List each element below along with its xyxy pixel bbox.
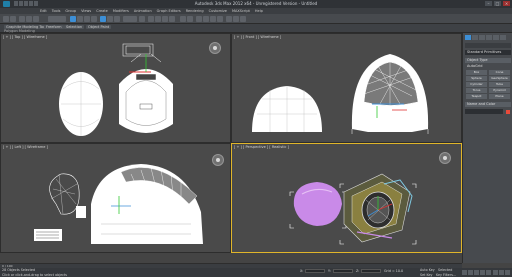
cylinder-button[interactable]: Cylinder	[466, 82, 487, 87]
viewport-left[interactable]: [ + ] [ Left ] [ Wireframe ]	[0, 143, 231, 253]
select-object-icon[interactable]	[70, 16, 76, 22]
material-editor-icon[interactable]	[217, 16, 223, 22]
go-to-end-icon[interactable]	[486, 270, 491, 275]
unlink-icon[interactable]	[26, 16, 32, 22]
viewport-perspective[interactable]: [ + ] [ Perspective ] [ Realistic ]	[231, 143, 462, 253]
tab-object-paint[interactable]: Object Paint	[86, 25, 112, 29]
top-view-wireframe	[59, 43, 173, 136]
primitive-type-dropdown[interactable]: Standard Primitives	[465, 50, 511, 55]
box-button[interactable]: Box	[466, 70, 487, 75]
prompt-line: Click or click-and-drag to select object…	[2, 272, 67, 277]
x-label: X:	[300, 269, 304, 273]
object-name-field[interactable]	[465, 109, 503, 114]
sphere-button[interactable]: Sphere	[466, 76, 487, 81]
tab-freeform[interactable]: Freeform	[44, 25, 64, 29]
close-button[interactable]: ×	[503, 1, 510, 6]
key-mode-dropdown[interactable]: Selected	[438, 268, 452, 272]
play-icon[interactable]	[474, 270, 479, 275]
x-coordinate-field[interactable]	[305, 269, 325, 273]
grid-readout: Grid = 10.0	[384, 269, 404, 273]
modify-tab-icon[interactable]	[472, 35, 478, 40]
render-production-icon[interactable]	[240, 16, 246, 22]
rectangular-selection-icon[interactable]	[84, 16, 90, 22]
pivot-center-icon[interactable]	[139, 16, 145, 22]
status-bar: 28 Objects Selected Click or click-and-d…	[0, 268, 512, 277]
command-panel-tabs	[465, 35, 506, 40]
z-coordinate-field[interactable]	[361, 269, 381, 273]
front-view-wireframe	[252, 54, 429, 134]
curve-editor-icon[interactable]	[203, 16, 209, 22]
redo-icon[interactable]	[10, 16, 16, 22]
motion-tab-icon[interactable]	[486, 35, 492, 40]
render-setup-icon[interactable]	[226, 16, 232, 22]
go-to-start-icon[interactable]	[462, 270, 467, 275]
y-coordinate-field[interactable]	[333, 269, 353, 273]
rollout-name-and-color[interactable]: Name and Color	[465, 102, 511, 107]
viewport-front[interactable]: [ + ] [ Front ] [ Wireframe ]	[231, 33, 462, 143]
angle-snap-icon[interactable]	[155, 16, 161, 22]
spinner-snap-icon[interactable]	[169, 16, 175, 22]
left-view-wireframe	[34, 164, 203, 244]
zoom-icon[interactable]	[493, 270, 498, 275]
cone-button[interactable]: Cone	[489, 70, 510, 75]
link-icon[interactable]	[19, 16, 25, 22]
torus-button[interactable]: Torus	[466, 88, 487, 93]
previous-frame-icon[interactable]	[468, 270, 473, 275]
select-by-name-icon[interactable]	[77, 16, 83, 22]
pyramid-button[interactable]: Pyramid	[489, 88, 510, 93]
pan-icon[interactable]	[499, 270, 504, 275]
create-category-icons[interactable]	[465, 43, 511, 48]
utilities-tab-icon[interactable]	[500, 35, 506, 40]
z-label: Z:	[356, 269, 360, 273]
window-controls: – □ ×	[485, 1, 510, 6]
teapot-button[interactable]: Teapot	[466, 94, 487, 99]
autogrid-checkbox[interactable]: AutoGrid	[465, 64, 511, 69]
tab-selection[interactable]: Selection	[64, 25, 85, 29]
graphite-ribbon: Graphite Modeling Tools Freeform Selecti…	[0, 24, 512, 33]
move-icon[interactable]	[100, 16, 106, 22]
title-bar: Autodesk 3ds Max 2012 x64 - Unregistered…	[0, 0, 512, 8]
mirror-icon[interactable]	[180, 16, 186, 22]
display-tab-icon[interactable]	[493, 35, 499, 40]
plane-button[interactable]: Plane	[489, 94, 510, 99]
orbit-icon[interactable]	[505, 270, 510, 275]
command-panel: Standard Primitives Object Type AutoGrid…	[462, 33, 512, 263]
bind-space-warp-icon[interactable]	[33, 16, 39, 22]
window-crossing-icon[interactable]	[91, 16, 97, 22]
rollout-object-type[interactable]: Object Type	[465, 58, 511, 63]
schematic-view-icon[interactable]	[210, 16, 216, 22]
align-icon[interactable]	[187, 16, 193, 22]
selection-filter-dropdown[interactable]	[48, 16, 66, 22]
snaps-toggle-icon[interactable]	[148, 16, 154, 22]
tube-button[interactable]: Tube	[489, 82, 510, 87]
object-color-swatch[interactable]	[506, 109, 510, 114]
auto-key-button[interactable]: Auto Key	[420, 268, 435, 272]
layer-manager-icon[interactable]	[196, 16, 202, 22]
percent-snap-icon[interactable]	[162, 16, 168, 22]
next-frame-icon[interactable]	[480, 270, 485, 275]
undo-icon[interactable]	[3, 16, 9, 22]
create-tab-icon[interactable]	[465, 35, 471, 40]
rotate-icon[interactable]	[107, 16, 113, 22]
maximize-button[interactable]: □	[494, 1, 501, 6]
set-key-button[interactable]: Set Key	[420, 273, 432, 277]
main-toolbar	[0, 14, 512, 24]
scale-icon[interactable]	[114, 16, 120, 22]
selection-count: 28 Objects Selected	[2, 268, 36, 272]
window-title: Autodesk 3ds Max 2012 x64 - Unregistered…	[194, 1, 318, 6]
perspective-view-render	[289, 173, 417, 245]
y-label: Y:	[328, 269, 331, 273]
key-filters-button[interactable]: Key Filters...	[436, 273, 456, 277]
geosphere-button[interactable]: GeoSphere	[489, 76, 510, 81]
reference-coordinate-dropdown[interactable]	[123, 16, 137, 22]
viewport-top[interactable]: [ + ] [ Top ] [ Wireframe ]	[0, 33, 231, 143]
minimize-button[interactable]: –	[485, 1, 492, 6]
rendered-frame-window-icon[interactable]	[233, 16, 239, 22]
hierarchy-tab-icon[interactable]	[479, 35, 485, 40]
